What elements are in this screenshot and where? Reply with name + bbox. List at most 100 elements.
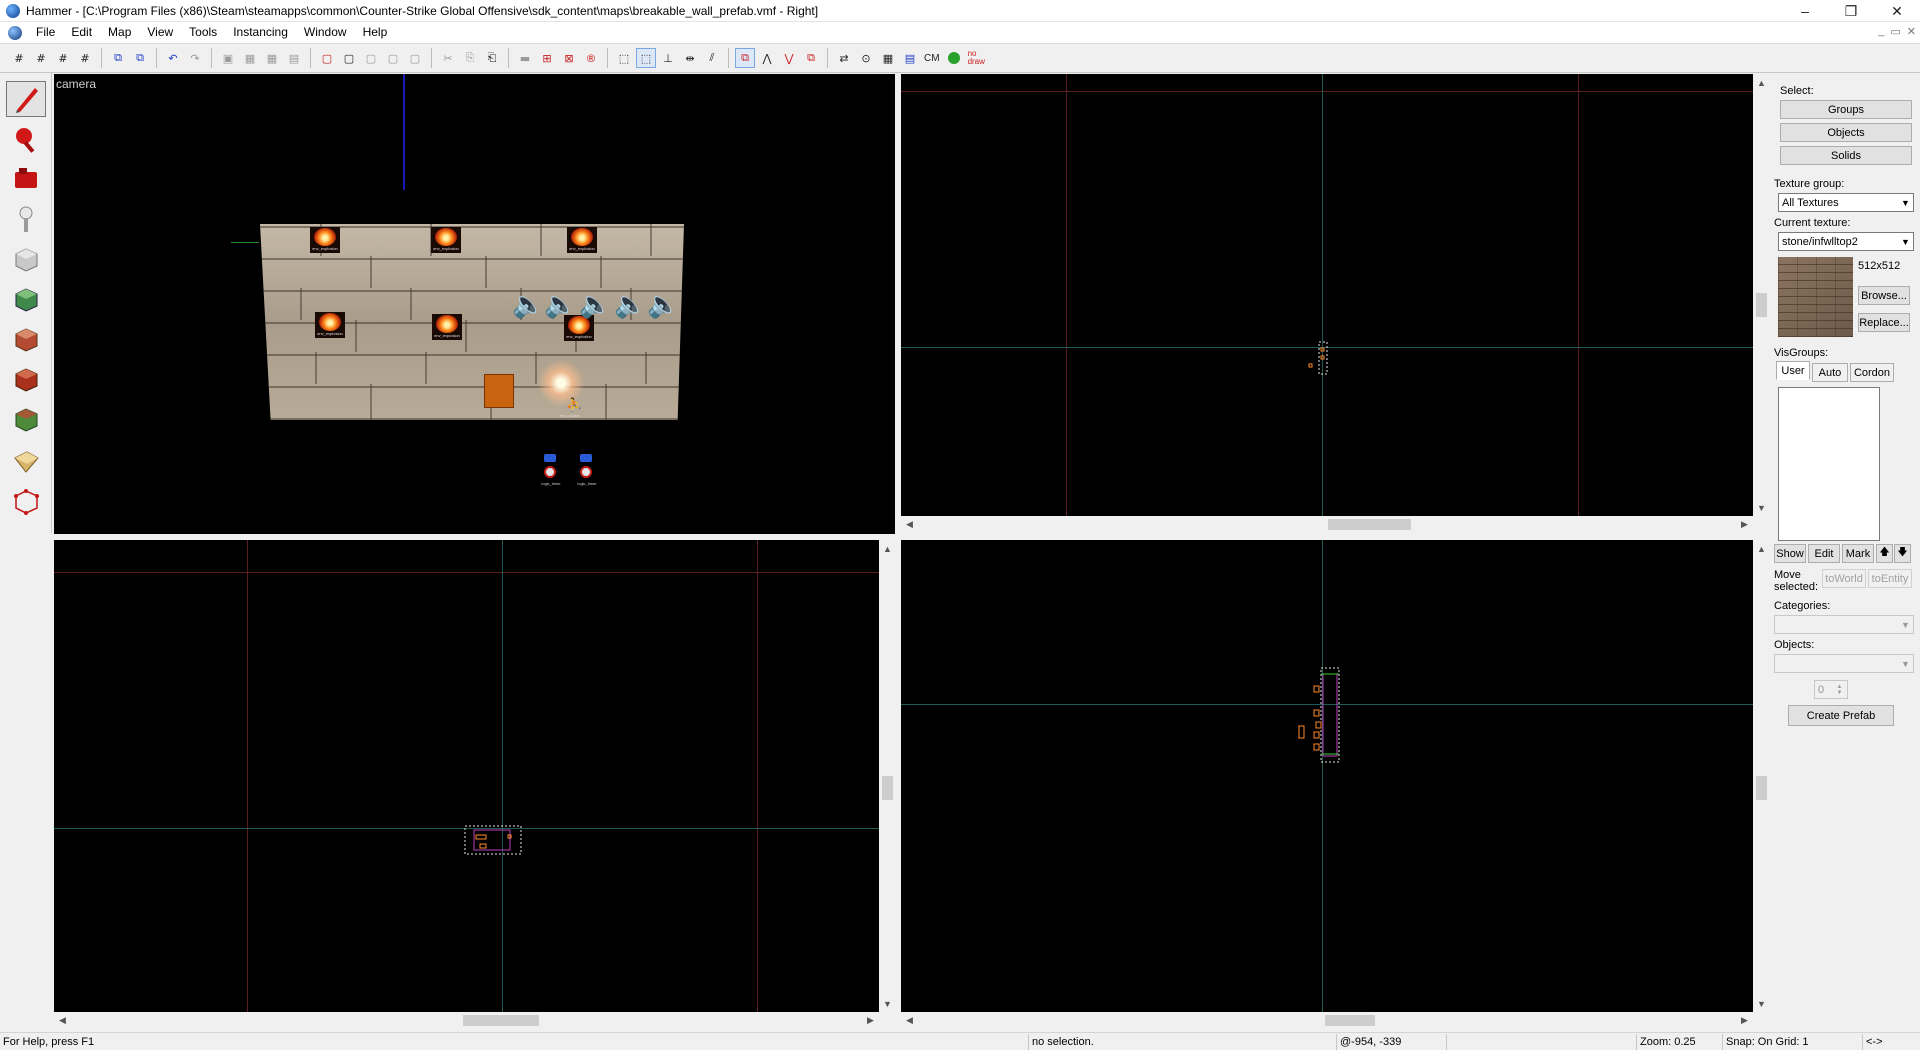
ambient-generic-speaker-icon[interactable]: 🔈: [579, 290, 611, 320]
nodraw-button[interactable]: no draw: [965, 50, 989, 66]
move-up-button[interactable]: 🡅: [1876, 544, 1893, 563]
hide-unselected-icon[interactable]: ▢: [383, 48, 403, 68]
overlay-tool-icon[interactable]: [6, 401, 46, 437]
selection-handles-icon[interactable]: ⬚: [614, 48, 634, 68]
show-button[interactable]: Show: [1774, 544, 1806, 563]
texture-application-tool-icon[interactable]: [6, 281, 46, 317]
menu-help[interactable]: Help: [355, 22, 396, 43]
compile-icon[interactable]: ⊙: [856, 48, 876, 68]
apply-current-texture-tool-icon[interactable]: [6, 321, 46, 357]
selected-objects-outline[interactable]: [464, 824, 524, 858]
show-connections-icon[interactable]: ⋀: [757, 48, 777, 68]
minimize-button[interactable]: –: [1782, 0, 1828, 22]
scale-icon[interactable]: ⫽: [702, 48, 722, 68]
selection-tool-icon[interactable]: [6, 81, 46, 117]
mark-button[interactable]: Mark: [1842, 544, 1874, 563]
objects-select[interactable]: ▼: [1774, 654, 1914, 673]
to-world-button[interactable]: toWorld: [1822, 569, 1866, 588]
mdi-minimize-button[interactable]: _: [1878, 25, 1884, 38]
cubemap-icon[interactable]: ▦: [878, 48, 898, 68]
visgroup-icon[interactable]: ▢: [405, 48, 425, 68]
select-objects-button[interactable]: Objects: [1780, 123, 1912, 142]
env-explosion-entity[interactable]: env_explosion: [432, 314, 462, 340]
select-groups-button[interactable]: Groups: [1780, 100, 1912, 119]
document-icon[interactable]: [8, 25, 22, 40]
green-sphere-icon[interactable]: [944, 48, 964, 68]
menu-window[interactable]: Window: [296, 22, 355, 43]
hollow-icon[interactable]: ▦: [240, 48, 260, 68]
texture-scale-lock-icon[interactable]: ▤: [284, 48, 304, 68]
entity-report-icon[interactable]: ⧉: [801, 48, 821, 68]
env-shake-entity[interactable]: ⛹ env_shake: [560, 397, 582, 418]
camera-viewport[interactable]: camera env_explosion env_explosion env_e…: [54, 74, 895, 534]
logic-timer-entity[interactable]: logic_timer: [572, 454, 602, 488]
toggle-grid-icon[interactable]: #: [9, 48, 29, 68]
check-problems-icon[interactable]: ⋁: [779, 48, 799, 68]
cut-icon[interactable]: ✂: [438, 48, 458, 68]
menu-file[interactable]: File: [28, 22, 63, 43]
menu-view[interactable]: View: [139, 22, 181, 43]
env-explosion-entity[interactable]: env_explosion: [310, 227, 340, 253]
logic-timer-entity[interactable]: logic_timer: [536, 454, 566, 488]
menu-instancing[interactable]: Instancing: [225, 22, 296, 43]
magnify-tool-icon[interactable]: [6, 121, 46, 157]
flip-icon[interactable]: ⇹: [680, 48, 700, 68]
create-prefab-button[interactable]: Create Prefab: [1788, 705, 1894, 726]
run-map-icon[interactable]: ⇄: [834, 48, 854, 68]
top-2d-horizontal-scrollbar[interactable]: ◀ ▶: [901, 516, 1753, 533]
selected-objects-outline[interactable]: [1305, 340, 1335, 376]
close-button[interactable]: ✕: [1874, 0, 1920, 22]
to-entity-button[interactable]: toEntity: [1868, 569, 1912, 588]
front-2d-horizontal-scrollbar[interactable]: ◀ ▶: [54, 1012, 879, 1029]
front-2d-vertical-scrollbar[interactable]: ▲ ▼: [879, 540, 896, 1012]
vertex-tool-icon[interactable]: [6, 483, 46, 519]
env-explosion-entity[interactable]: env_explosion: [567, 227, 597, 253]
ambient-generic-speaker-icon[interactable]: 🔈: [544, 290, 576, 320]
current-texture-select[interactable]: stone/infwlltop2 ▼: [1778, 232, 1914, 251]
texture-application-icon[interactable]: ⊠: [559, 48, 579, 68]
cordon-icon[interactable]: ▢: [317, 48, 337, 68]
env-explosion-entity[interactable]: env_explosion: [431, 227, 461, 253]
front-2d-viewport[interactable]: [54, 540, 879, 1012]
select-solids-button[interactable]: Solids: [1780, 146, 1912, 165]
redo-icon[interactable]: ↷: [185, 48, 205, 68]
side-2d-vertical-scrollbar[interactable]: ▲ ▼: [1753, 540, 1770, 1012]
tab-user[interactable]: User: [1776, 361, 1810, 380]
ambient-generic-speaker-icon[interactable]: 🔈: [614, 290, 646, 320]
decal-tool-icon[interactable]: [6, 361, 46, 397]
larger-grid-icon[interactable]: #: [75, 48, 95, 68]
tab-cordon[interactable]: Cordon: [1850, 363, 1894, 382]
smaller-grid-icon[interactable]: #: [53, 48, 73, 68]
visgroups-list[interactable]: [1778, 387, 1880, 541]
paste-icon[interactable]: ⎗: [482, 48, 502, 68]
objects-count-spinner[interactable]: 0 ▲ ▼: [1814, 680, 1848, 699]
move-down-button[interactable]: 🡇: [1894, 544, 1911, 563]
clipping-tool-icon[interactable]: [6, 443, 46, 479]
move-to-world-icon[interactable]: ⊞: [537, 48, 557, 68]
replace-button[interactable]: Replace...: [1858, 313, 1910, 332]
group-icon[interactable]: ⧉: [108, 48, 128, 68]
texture-group-select[interactable]: All Textures ▼: [1778, 193, 1914, 212]
top-2d-vertical-scrollbar[interactable]: ▲ ▼: [1753, 74, 1770, 516]
hide-items-icon[interactable]: ▢: [339, 48, 359, 68]
browse-button[interactable]: Browse...: [1858, 286, 1910, 305]
select-by-handles-icon[interactable]: ⬚: [636, 48, 656, 68]
carve-icon[interactable]: ▣: [218, 48, 238, 68]
copy-icon[interactable]: ⎘: [460, 48, 480, 68]
show-hidden-icon[interactable]: ▢: [361, 48, 381, 68]
ambient-generic-speaker-icon[interactable]: 🔈: [647, 290, 679, 320]
ungroup-icon[interactable]: ⧉: [130, 48, 150, 68]
camera-tool-icon[interactable]: [6, 161, 46, 197]
entity-tool-icon[interactable]: [6, 201, 46, 237]
texture-lock-icon[interactable]: ▦: [262, 48, 282, 68]
menu-map[interactable]: Map: [100, 22, 139, 43]
trigger-brush[interactable]: [484, 374, 514, 408]
mdi-restore-button[interactable]: ▭: [1890, 25, 1900, 38]
align-icon[interactable]: ⊥: [658, 48, 678, 68]
side-2d-horizontal-scrollbar[interactable]: ◀ ▶: [901, 1012, 1753, 1029]
instance-icon[interactable]: ▤: [900, 48, 920, 68]
tie-to-entity-icon[interactable]: ▬: [515, 48, 535, 68]
show-logical-icon[interactable]: ⧉: [735, 48, 755, 68]
radius-culling-icon[interactable]: ®: [581, 48, 601, 68]
mdi-close-button[interactable]: ✕: [1907, 25, 1916, 38]
